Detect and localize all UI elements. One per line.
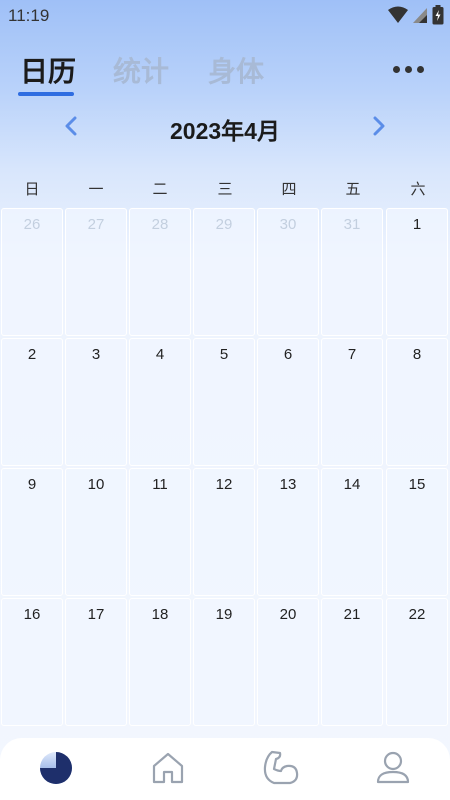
day-number: 7 — [347, 346, 357, 363]
day-number: 6 — [283, 346, 293, 363]
day-number: 10 — [87, 476, 105, 493]
calendar-day-cell[interactable]: 13 — [257, 468, 319, 596]
day-number: 29 — [215, 216, 233, 233]
wifi-icon — [388, 6, 408, 23]
day-number: 14 — [343, 476, 361, 493]
day-number: 2 — [27, 346, 37, 363]
calendar-day-cell[interactable]: 30 — [257, 208, 319, 336]
top-tabs: 日历 统计 身体 — [0, 46, 450, 102]
weekday-label: 二 — [152, 181, 168, 198]
weekday-label: 日 — [24, 181, 40, 198]
day-number: 26 — [23, 216, 41, 233]
day-number: 13 — [279, 476, 297, 493]
day-number: 22 — [408, 606, 426, 623]
calendar-day-cell[interactable]: 2 — [1, 338, 63, 466]
day-number: 20 — [279, 606, 297, 623]
day-number: 15 — [408, 476, 426, 493]
calendar-day-cell[interactable]: 31 — [321, 208, 383, 336]
weekday-label: 六 — [410, 181, 426, 198]
calendar-day-cell[interactable]: 11 — [129, 468, 191, 596]
calendar-day-cell[interactable]: 27 — [65, 208, 127, 336]
calendar-day-cell[interactable]: 5 — [193, 338, 255, 466]
calendar-day-cell[interactable]: 10 — [65, 468, 127, 596]
day-number: 1 — [412, 216, 422, 233]
more-dots-icon[interactable] — [393, 66, 424, 73]
day-number: 28 — [151, 216, 169, 233]
profile-icon[interactable] — [373, 748, 413, 788]
calendar-day-cell[interactable]: 4 — [129, 338, 191, 466]
calendar-day-cell[interactable]: 26 — [1, 208, 63, 336]
chevron-right-icon[interactable] — [366, 110, 392, 142]
bottom-navigation — [0, 738, 450, 800]
calendar-day-cell[interactable]: 15 — [386, 468, 448, 596]
calendar-day-cell[interactable]: 8 — [386, 338, 448, 466]
weekday-label: 五 — [345, 181, 361, 198]
day-number: 8 — [412, 346, 422, 363]
day-number: 31 — [343, 216, 361, 233]
calendar-day-cell[interactable]: 7 — [321, 338, 383, 466]
calendar-day-cell[interactable]: 12 — [193, 468, 255, 596]
day-number: 21 — [343, 606, 361, 623]
day-number: 27 — [87, 216, 105, 233]
active-tab-indicator — [18, 92, 74, 96]
calendar-day-cell[interactable]: 9 — [1, 468, 63, 596]
day-number: 17 — [87, 606, 105, 623]
day-number: 3 — [91, 346, 101, 363]
cell-signal-icon — [413, 8, 427, 23]
calendar-day-cell[interactable]: 20 — [257, 598, 319, 726]
day-number: 30 — [279, 216, 297, 233]
weekday-header-row: 日 一 二 三 四 五 六 — [0, 176, 450, 198]
day-number: 19 — [215, 606, 233, 623]
weekday-label: 一 — [88, 181, 104, 198]
day-number: 12 — [215, 476, 233, 493]
calendar-day-cell[interactable]: 3 — [65, 338, 127, 466]
calendar-day-cell[interactable]: 18 — [129, 598, 191, 726]
status-icons — [388, 5, 444, 25]
day-number: 5 — [219, 346, 229, 363]
day-number: 9 — [27, 476, 37, 493]
weekday-label: 三 — [217, 181, 233, 198]
status-bar: 11:19 — [0, 0, 450, 32]
status-time: 11:19 — [8, 6, 50, 25]
tab-calendar[interactable]: 日历 — [20, 50, 76, 90]
day-number: 4 — [155, 346, 165, 363]
weekday-label: 四 — [281, 181, 297, 198]
body-muscle-icon[interactable] — [260, 748, 300, 788]
day-number: 18 — [151, 606, 169, 623]
day-number: 16 — [23, 606, 41, 623]
battery-icon — [432, 5, 444, 25]
calendar-day-cell[interactable]: 14 — [321, 468, 383, 596]
tab-body[interactable]: 身体 — [208, 50, 264, 90]
day-number: 11 — [152, 476, 168, 493]
calendar-day-cell[interactable]: 19 — [193, 598, 255, 726]
calendar-day-cell[interactable]: 22 — [386, 598, 448, 726]
calendar-day-cell[interactable]: 21 — [321, 598, 383, 726]
calendar-day-cell[interactable]: 16 — [1, 598, 63, 726]
calendar-day-cell[interactable]: 17 — [65, 598, 127, 726]
calendar-day-cell[interactable]: 6 — [257, 338, 319, 466]
tab-statistics[interactable]: 统计 — [113, 50, 169, 90]
calendar-day-cell[interactable]: 1 — [386, 208, 448, 336]
calendar-day-cell[interactable]: 28 — [129, 208, 191, 336]
calendar-progress-icon[interactable] — [36, 748, 76, 788]
calendar-day-cell[interactable]: 29 — [193, 208, 255, 336]
month-navigation: 2023年4月 — [0, 106, 450, 146]
home-icon[interactable] — [148, 748, 188, 788]
